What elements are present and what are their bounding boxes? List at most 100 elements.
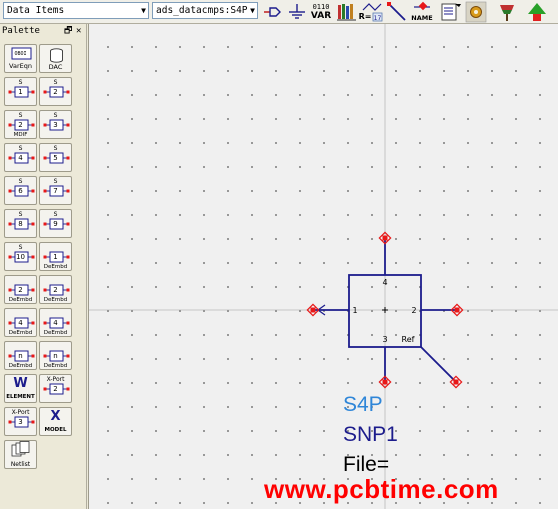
component-combo-value: ads_datacmps:S4P bbox=[156, 5, 248, 16]
var-icon-label: VAR bbox=[310, 11, 332, 21]
instance-type[interactable]: S4P bbox=[343, 394, 383, 416]
library-combo-value: Data Items bbox=[7, 5, 65, 16]
palette-item-s1p[interactable]: S1 bbox=[4, 77, 37, 106]
vareqn-top: OBOI bbox=[14, 51, 27, 57]
s5p-number: 5 bbox=[53, 153, 58, 162]
palette-item-netlist[interactable]: Netlist bbox=[4, 440, 37, 469]
flag-icon[interactable] bbox=[496, 1, 518, 23]
s3p-number: 3 bbox=[53, 120, 58, 129]
palette-item-dac[interactable]: DAC bbox=[39, 44, 72, 73]
wire-label-icon[interactable]: 17 R= bbox=[359, 1, 383, 23]
s2p-mdif-label: MDIF bbox=[13, 132, 28, 138]
palette-item-s5p[interactable]: S5 bbox=[39, 143, 72, 172]
vareqn-label: VarEqn bbox=[9, 62, 32, 70]
deembd4b-label: DeEmbd bbox=[43, 330, 68, 336]
deembd4b-number: 4 bbox=[53, 318, 58, 327]
display-icon[interactable] bbox=[440, 1, 462, 23]
name-icon[interactable]: NAME bbox=[411, 1, 433, 23]
s4p-top: S bbox=[18, 145, 23, 152]
palette-item-s2p[interactable]: S2 bbox=[39, 77, 72, 106]
palette-item-element[interactable]: W ELEMENT bbox=[4, 374, 37, 403]
file-parameter[interactable]: File= bbox=[343, 454, 389, 476]
pin4-number: 4 bbox=[382, 278, 387, 287]
var-icon-top: 0110 bbox=[312, 3, 330, 11]
chevron-down-icon: ▼ bbox=[141, 6, 146, 15]
palette-item-s8p[interactable]: S8 bbox=[4, 209, 37, 238]
s3p-top: S bbox=[53, 112, 58, 119]
s2p-mdif-top: S bbox=[18, 112, 23, 119]
port-icon[interactable] bbox=[262, 1, 284, 23]
palette-item-s2p-mdif[interactable]: S 2 MDIF bbox=[4, 110, 37, 139]
wire-icon[interactable] bbox=[386, 1, 408, 23]
palette-item-s7p[interactable]: S7 bbox=[39, 176, 72, 205]
model-label: MODEL bbox=[44, 427, 67, 433]
library-combo[interactable]: Data Items ▼ bbox=[3, 2, 149, 19]
s10p-number: 10 bbox=[16, 252, 25, 261]
palette-header: Palette 🗗 ✕ bbox=[0, 24, 87, 39]
palette-item-s6p[interactable]: S6 bbox=[4, 176, 37, 205]
s9p-number: 9 bbox=[53, 219, 58, 228]
deembd2a-label: DeEmbd bbox=[8, 297, 33, 303]
watermark-text: www.pcbtime.com bbox=[264, 474, 499, 504]
dac-label: DAC bbox=[48, 63, 63, 71]
deembd2a-number: 2 bbox=[18, 285, 23, 294]
deembdn-b-number: n bbox=[53, 351, 58, 360]
toolbar: Data Items ▼ ads_datacmps:S4P ▼ 0110 VAR… bbox=[0, 0, 558, 24]
deembdn-b-label: DeEmbd bbox=[43, 363, 68, 369]
xport3-top: X-Port bbox=[11, 409, 30, 416]
palette-item-deembd1[interactable]: 1 DeEmbd bbox=[39, 242, 72, 271]
s1p-number: 1 bbox=[18, 87, 23, 96]
pin2-number: 2 bbox=[411, 306, 416, 315]
pin1-number: 1 bbox=[352, 306, 357, 315]
s1p-top: S bbox=[18, 79, 23, 86]
s2p-mdif-number: 2 bbox=[18, 120, 23, 129]
schematic-canvas[interactable]: 4 1 2 3 Ref S4P SNP1 File= bbox=[88, 24, 558, 509]
palette-item-deembd2a[interactable]: 2 DeEmbd bbox=[4, 275, 37, 304]
palette-item-deembd2b[interactable]: 2 DeEmbd bbox=[39, 275, 72, 304]
palette-item-vareqn[interactable]: OBOI VarEqn bbox=[4, 44, 37, 73]
palette-item-xport3[interactable]: X-Port 3 bbox=[4, 407, 37, 436]
palette-item-xport2[interactable]: X-Port 2 bbox=[39, 374, 72, 403]
deembd1-label: DeEmbd bbox=[43, 264, 68, 270]
name-label: NAME bbox=[411, 14, 433, 22]
palette-item-s9p[interactable]: S9 bbox=[39, 209, 72, 238]
ground-icon[interactable] bbox=[286, 1, 308, 23]
library-icon[interactable] bbox=[336, 1, 358, 23]
palette-item-deembdn-a[interactable]: n DeEmbd bbox=[4, 341, 37, 370]
chevron-down-icon: ▼ bbox=[250, 6, 255, 15]
palette-item-deembdn-b[interactable]: n DeEmbd bbox=[39, 341, 72, 370]
palette-item-deembd4a[interactable]: 4 DeEmbd bbox=[4, 308, 37, 337]
s4p-number: 4 bbox=[18, 153, 23, 162]
s8p-top: S bbox=[18, 211, 23, 218]
palette-item-s10p[interactable]: S 10 bbox=[4, 242, 37, 271]
palette-item-s4p[interactable]: S4 bbox=[4, 143, 37, 172]
s6p-number: 6 bbox=[18, 186, 23, 195]
r-label: R= bbox=[358, 12, 372, 21]
xport2-number: 2 bbox=[53, 384, 58, 393]
s7p-number: 7 bbox=[53, 186, 58, 195]
ref-lead bbox=[420, 346, 457, 383]
var-icon[interactable]: 0110 VAR bbox=[310, 1, 332, 23]
xport2-top: X-Port bbox=[46, 376, 65, 383]
palette-item-deembd4b[interactable]: 4 DeEmbd bbox=[39, 308, 72, 337]
pin3-number: 3 bbox=[382, 335, 387, 344]
s7p-top: S bbox=[53, 178, 58, 185]
arrow-up-icon[interactable] bbox=[526, 1, 548, 23]
svg-text:17: 17 bbox=[374, 15, 382, 22]
instance-name[interactable]: SNP1 bbox=[343, 424, 398, 446]
palette-item-model[interactable]: X MODEL bbox=[39, 407, 72, 436]
component-combo[interactable]: ads_datacmps:S4P ▼ bbox=[152, 2, 258, 19]
deembdn-a-number: n bbox=[18, 351, 23, 360]
model-letter: X bbox=[50, 409, 61, 424]
palette-title: Palette bbox=[2, 26, 40, 36]
deembd2b-label: DeEmbd bbox=[43, 297, 68, 303]
dock-icon[interactable]: 🗗 bbox=[64, 24, 72, 39]
s2p-number: 2 bbox=[53, 87, 58, 96]
palette-item-s3p[interactable]: S3 bbox=[39, 110, 72, 139]
netlist-label: Netlist bbox=[10, 461, 31, 468]
s2p-top: S bbox=[53, 79, 58, 86]
s6p-top: S bbox=[18, 178, 23, 185]
close-icon[interactable]: ✕ bbox=[76, 24, 81, 39]
deembd4a-number: 4 bbox=[18, 318, 23, 327]
gear-icon[interactable] bbox=[465, 1, 487, 23]
